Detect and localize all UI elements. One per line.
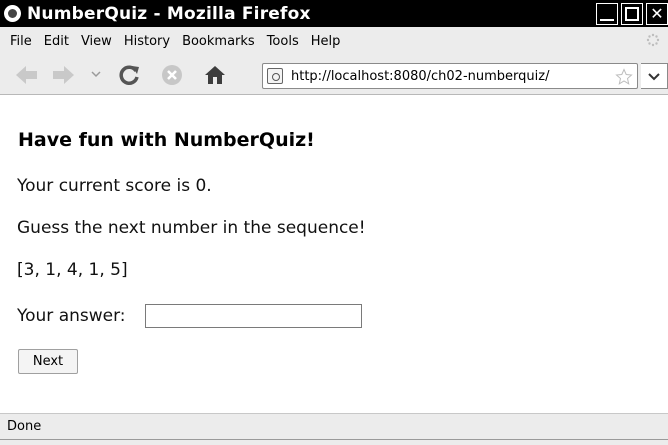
url-dropdown-icon <box>648 73 660 81</box>
menu-bookmarks[interactable]: Bookmarks <box>182 34 255 49</box>
bookmark-star-icon[interactable] <box>615 68 633 86</box>
menu-tools[interactable]: Tools <box>267 34 299 49</box>
page-heading: Have fun with NumberQuiz! <box>18 129 315 151</box>
status-text: Done <box>7 419 42 434</box>
menu-history[interactable]: History <box>124 34 170 49</box>
menu-view[interactable]: View <box>81 34 112 49</box>
window-title: NumberQuiz - Mozilla Firefox <box>27 3 311 24</box>
close-button[interactable]: ✕ <box>646 3 668 25</box>
firefox-app-icon[interactable] <box>4 5 21 22</box>
instruction-text: Guess the next number in the sequence! <box>17 218 366 238</box>
menu-file[interactable]: File <box>10 34 32 49</box>
history-dropdown-icon[interactable] <box>90 68 102 80</box>
menu-bar: File Edit View History Bookmarks Tools H… <box>0 27 668 55</box>
reload-icon[interactable] <box>117 63 141 87</box>
url-text[interactable]: http://localhost:8080/ch02-numberquiz/ <box>291 69 549 84</box>
url-bar[interactable]: http://localhost:8080/ch02-numberquiz/ <box>262 63 638 89</box>
window-titlebar: NumberQuiz - Mozilla Firefox ✕ <box>0 0 668 27</box>
status-bar: Done <box>0 413 668 439</box>
menu-help[interactable]: Help <box>311 34 341 49</box>
answer-input[interactable] <box>145 304 362 328</box>
stop-icon[interactable] <box>160 63 184 87</box>
page-content: Have fun with NumberQuiz! Your current s… <box>0 96 668 413</box>
throbber-icon <box>646 33 660 47</box>
back-arrow-icon[interactable] <box>14 63 40 87</box>
menu-edit[interactable]: Edit <box>44 34 69 49</box>
answer-label: Your answer: <box>17 306 126 326</box>
minimize-button[interactable] <box>596 3 618 25</box>
window-controls: ✕ <box>593 3 668 25</box>
url-dropdown-button[interactable] <box>641 63 668 89</box>
score-text: Your current score is 0. <box>17 176 212 196</box>
maximize-button[interactable] <box>621 3 643 25</box>
home-icon[interactable] <box>202 63 228 87</box>
number-sequence: [3, 1, 4, 1, 5] <box>17 260 128 280</box>
navigation-toolbar: http://localhost:8080/ch02-numberquiz/ <box>0 55 668 95</box>
site-identity-icon[interactable] <box>267 68 283 84</box>
next-button[interactable]: Next <box>18 349 78 374</box>
window-bottom-edge <box>0 439 668 445</box>
forward-arrow-icon[interactable] <box>50 63 76 87</box>
